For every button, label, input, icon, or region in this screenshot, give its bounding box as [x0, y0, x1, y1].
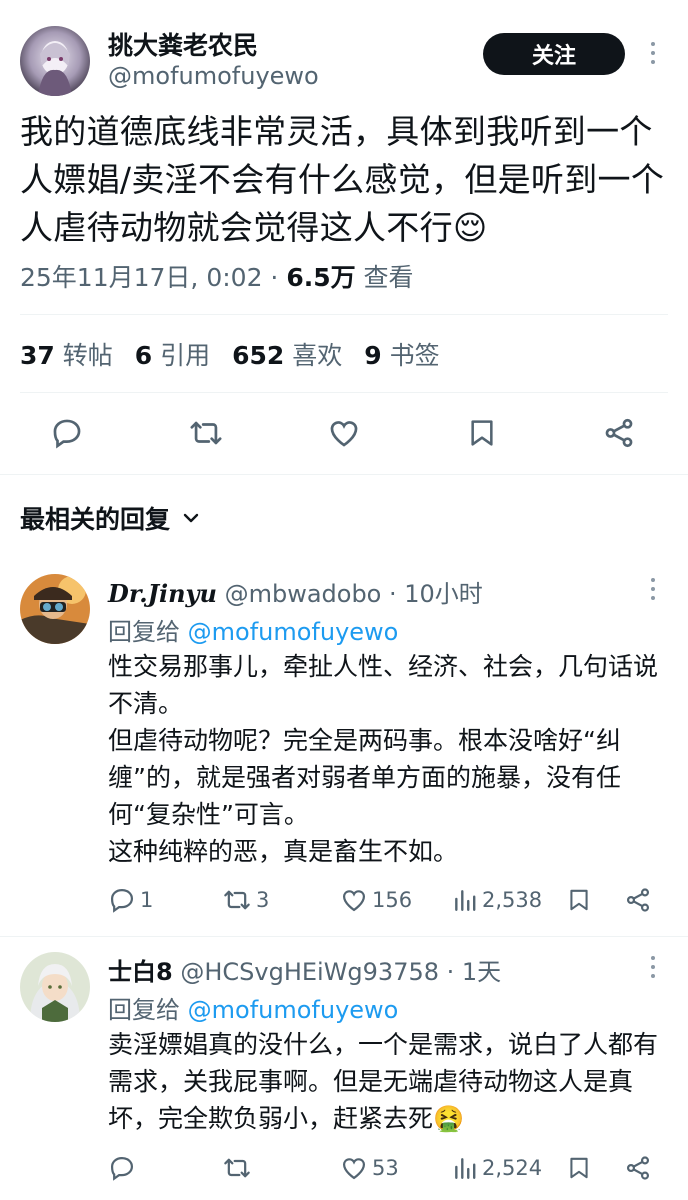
bookmark-icon[interactable] — [566, 886, 592, 914]
post-views-label: 查看 — [355, 263, 414, 292]
stat-quotes[interactable]: 6 引用 — [135, 336, 210, 372]
like-icon[interactable]: 53 — [340, 1154, 399, 1182]
share-icon[interactable] — [624, 1154, 652, 1182]
reply-handle[interactable]: @HCSvgHEiWg93758 — [180, 958, 439, 986]
chevron-down-icon — [183, 513, 199, 523]
bookmark-icon[interactable] — [566, 1154, 592, 1182]
reply-time[interactable]: · 1天 — [439, 958, 502, 986]
reply-header: 士白8 @HCSvgHEiWg93758 · 1天 — [108, 952, 501, 987]
share-icon[interactable] — [602, 416, 636, 450]
bookmark-icon[interactable] — [466, 416, 498, 450]
reply-action-bar: 53 2,524 — [0, 1150, 688, 1190]
reply-header: Dr.Jinyu @mbwadobo · 10小时 — [108, 574, 483, 609]
reply-icon[interactable]: 1 — [108, 886, 153, 914]
more-options-icon[interactable] — [643, 956, 663, 978]
like-icon[interactable]: 156 — [340, 886, 412, 914]
views-icon[interactable]: 2,538 — [452, 886, 542, 914]
follow-button[interactable]: 关注 — [483, 33, 625, 75]
retweet-icon[interactable]: 3 — [222, 886, 269, 914]
reply-action-bar: 1 3 156 2,538 — [0, 882, 688, 922]
post-author-name[interactable]: 挑大粪老农民 — [108, 26, 258, 62]
more-options-icon[interactable] — [643, 42, 663, 64]
reply-avatar[interactable] — [20, 574, 90, 644]
divider — [20, 392, 668, 393]
post-text-content: 我的道德底线非常灵活，具体到我听到一个人嫖娼/卖淫不会有什么感觉，但是听到一个人… — [20, 112, 665, 247]
reply-to-handle[interactable]: @mofumofuyewo — [188, 618, 399, 646]
replies-sort-dropdown[interactable]: 最相关的回复 — [20, 500, 200, 536]
like-count: 156 — [372, 888, 413, 912]
views-count: 2,538 — [482, 888, 543, 912]
reply-to-line: 回复给 @mofumofuyewo — [108, 612, 398, 647]
like-icon[interactable] — [327, 416, 361, 450]
post-timestamp[interactable]: 25年11月17日, 0:02 · — [20, 263, 286, 292]
reply-to-label: 回复给 — [108, 618, 188, 646]
reply-text: 卖淫嫖娼真的没什么，一个是需求，说白了人都有需求，关我屁事啊。但是无端虐待动物这… — [108, 1026, 658, 1137]
like-count: 53 — [372, 1156, 399, 1180]
retweet-icon[interactable] — [222, 1154, 256, 1182]
post-handle[interactable]: @mofumofuyewo — [108, 62, 319, 90]
views-count: 2,524 — [482, 1156, 543, 1180]
divider — [0, 936, 688, 937]
reply-display-name[interactable]: Dr.Jinyu — [108, 579, 217, 608]
reply-text: 性交易那事儿，牵扯人性、经济、社会，几句话说不清。 但虐待动物呢？完全是两码事。… — [108, 652, 659, 866]
reply-display-name[interactable]: 士白8 — [108, 958, 173, 986]
post-meta: 25年11月17日, 0:02 · 6.5万 查看 — [20, 258, 414, 294]
views-icon[interactable]: 2,524 — [452, 1154, 542, 1182]
stat-retweets[interactable]: 37 转帖 — [20, 336, 113, 372]
post-action-bar — [0, 410, 688, 456]
more-options-icon[interactable] — [643, 578, 663, 600]
reply-to-handle[interactable]: @mofumofuyewo — [188, 996, 399, 1024]
reply-icon[interactable] — [50, 416, 84, 450]
replies-section-title: 最相关的回复 — [20, 505, 171, 534]
reply-to-line: 回复给 @mofumofuyewo — [108, 990, 398, 1025]
reply-text-content: 卖淫嫖娼真的没什么，一个是需求，说白了人都有需求，关我屁事啊。但是无端虐待动物这… — [108, 1030, 659, 1133]
divider — [20, 314, 668, 315]
reply-to-label: 回复给 — [108, 996, 188, 1024]
stat-bookmarks[interactable]: 9 书签 — [364, 336, 439, 372]
post-avatar[interactable] — [20, 26, 90, 96]
sleepy-face-emoji: 😌 — [452, 208, 488, 247]
post-views-count: 6.5万 — [286, 263, 356, 292]
stat-likes[interactable]: 652 喜欢 — [232, 336, 342, 372]
reply-time[interactable]: · 10小时 — [381, 580, 483, 608]
reply-icon[interactable] — [108, 1154, 140, 1182]
post-text: 我的道德底线非常灵活，具体到我听到一个人嫖娼/卖淫不会有什么感觉，但是听到一个人… — [20, 108, 670, 252]
retweet-count: 3 — [256, 888, 270, 912]
vomiting-face-emoji: 🤮 — [433, 1104, 465, 1133]
post-stats: 37 转帖 6 引用 652 喜欢 9 书签 — [20, 336, 440, 372]
reply-count: 1 — [140, 888, 154, 912]
retweet-icon[interactable] — [188, 416, 224, 450]
reply-avatar[interactable] — [20, 952, 90, 1022]
divider — [0, 474, 688, 475]
reply-handle[interactable]: @mbwadobo — [225, 580, 382, 608]
share-icon[interactable] — [624, 886, 652, 914]
